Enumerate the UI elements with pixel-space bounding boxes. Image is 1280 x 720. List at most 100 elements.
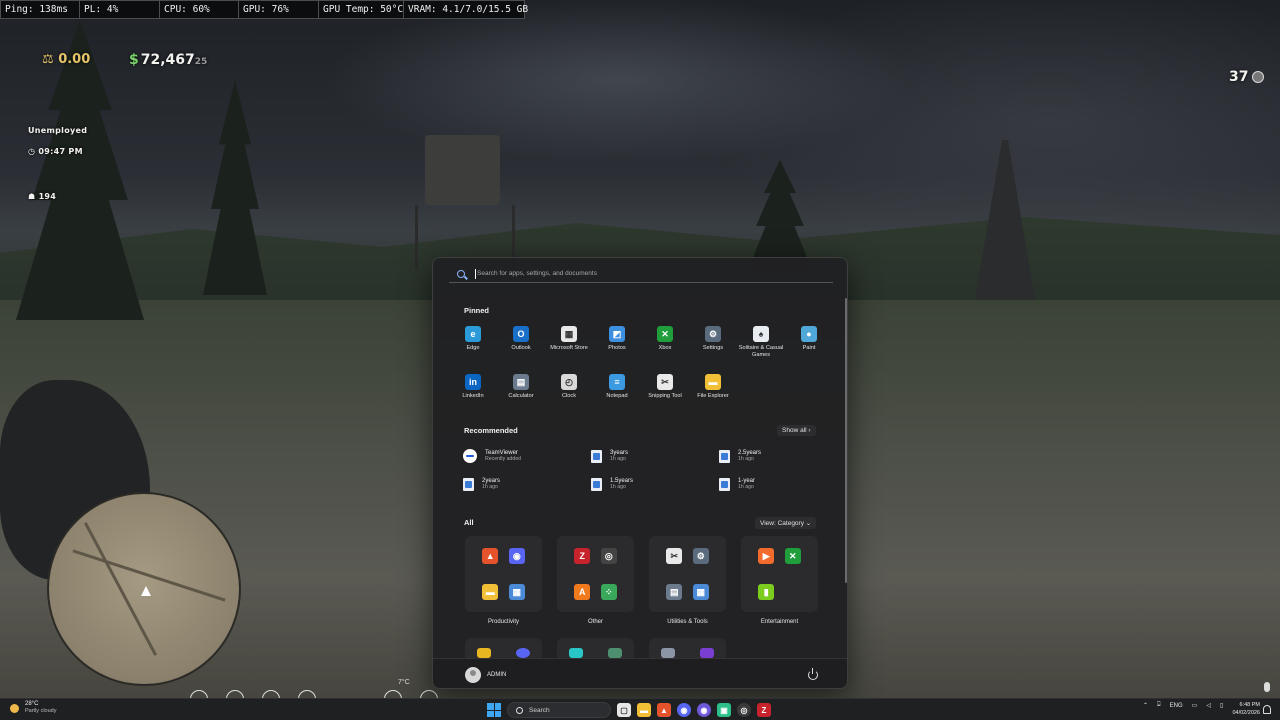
- solitaire-icon: ♠: [753, 326, 769, 342]
- category-other[interactable]: Z ◎ A ⁘ Other: [557, 536, 634, 625]
- recommended-time: 1h ago: [610, 484, 626, 490]
- pinned-app-photos[interactable]: ◩ Photos: [593, 326, 641, 366]
- calculator-icon[interactable]: ▤: [666, 584, 683, 600]
- user-avatar-icon[interactable]: [465, 667, 481, 683]
- mic-tray-icon[interactable]: ⍓: [1157, 702, 1161, 709]
- taskbar: 28°C Partly cloudy Search ▢ ▬ ▲ ◉ ◉ ▣ ◎ …: [0, 698, 1280, 720]
- pinned-app-edge[interactable]: e Edge: [449, 326, 497, 366]
- recommended-item[interactable]: 2.5years 1h ago: [719, 447, 823, 465]
- photos-icon: ◩: [609, 326, 625, 342]
- pinned-app-xbox[interactable]: ✕ Xbox: [641, 326, 689, 366]
- steam-icon[interactable]: ◎: [737, 703, 751, 717]
- recommended-time: 1h ago: [738, 484, 754, 490]
- xbox-icon[interactable]: ✕: [784, 548, 801, 564]
- pinned-app-paint[interactable]: ● Paint: [785, 326, 833, 366]
- app-label: Snipping Tool: [648, 393, 682, 399]
- control-panel-icon[interactable]: ▦: [692, 584, 709, 600]
- view-category-dropdown[interactable]: View: Category ⌄: [755, 517, 817, 529]
- discord-ptb-icon[interactable]: ◉: [697, 703, 711, 717]
- outlook-icon: O: [513, 326, 529, 342]
- avast-icon[interactable]: A: [574, 584, 591, 600]
- category-productivity[interactable]: ▲ ◉ ▬ ▦ Productivity: [465, 536, 542, 625]
- vram-stat: VRAM: 4.1/7.0/15.5 GB: [403, 0, 528, 19]
- task-view-icon[interactable]: ▢: [617, 703, 631, 717]
- filezilla-icon[interactable]: Z: [574, 548, 591, 564]
- power-icon[interactable]: [808, 668, 818, 680]
- snipping-tool-icon[interactable]: ✂: [666, 548, 683, 564]
- app-label: Solitaire & Casual Games: [738, 345, 784, 358]
- category-entertainment[interactable]: ▶ ✕ ▮ Entertainment: [741, 536, 818, 625]
- level-badge-icon: [1252, 71, 1265, 83]
- category-utilities-tools[interactable]: ✂ ⚙ ▤ ▦ Utilities & Tools: [649, 536, 726, 625]
- recommended-item[interactable]: 2years 1h ago: [463, 475, 591, 493]
- recommended-time: Recently added: [485, 456, 522, 462]
- recommended-list: TeamViewer Recently added 3years 1h ago 2.5y…: [463, 447, 823, 493]
- battery-icon[interactable]: ▯: [1220, 702, 1223, 709]
- file-explorer-icon[interactable]: ▬: [482, 584, 499, 600]
- app-label: Paint: [802, 345, 816, 351]
- money-value: 72,467: [140, 52, 195, 68]
- category-folder[interactable]: ▲ ◉ ▬ ▦: [465, 536, 542, 612]
- file-explorer-icon[interactable]: ▬: [637, 703, 651, 717]
- recommended-item[interactable]: TeamViewer Recently added: [463, 447, 591, 465]
- show-all-button[interactable]: Show all ›: [777, 425, 816, 436]
- discord-icon[interactable]: ◉: [508, 548, 525, 564]
- gold-counter: ⚖ 0.00: [42, 52, 91, 67]
- speaker-icon[interactable]: ◁: [1206, 702, 1211, 709]
- game-bar-icon[interactable]: ▮: [758, 584, 775, 600]
- pinned-app-linkedin[interactable]: in LinkedIn: [449, 374, 497, 414]
- app-icon: [515, 648, 530, 658]
- weather-widget[interactable]: 28°C Partly cloudy: [10, 701, 57, 715]
- brave-icon[interactable]: ▲: [482, 548, 499, 564]
- pinned-app-snipping-tool[interactable]: ✂ Snipping Tool: [641, 374, 689, 414]
- category-label: Other: [587, 619, 603, 625]
- pinned-app-outlook[interactable]: O Outlook: [497, 326, 545, 366]
- pinned-app-clock[interactable]: ◴ Clock: [545, 374, 593, 414]
- category-folder[interactable]: ✂ ⚙ ▤ ▦: [649, 536, 726, 612]
- money-cents: 25: [194, 57, 208, 67]
- brave-icon[interactable]: ▲: [657, 703, 671, 717]
- category-folder[interactable]: ▶ ✕ ▮: [741, 536, 818, 612]
- start-scrollbar[interactable]: [845, 298, 847, 583]
- taskbar-search[interactable]: Search: [507, 702, 611, 718]
- steam-icon[interactable]: ◎: [600, 548, 617, 564]
- recommended-time: 1h ago: [610, 456, 626, 462]
- cpu-stat: CPU: 60%: [159, 0, 239, 19]
- file-explorer-icon: ▬: [705, 374, 721, 390]
- taskbar-search-label: Search: [529, 706, 550, 714]
- recommended-item[interactable]: 3years 1h ago: [591, 447, 719, 465]
- app-label: Edge: [466, 345, 480, 351]
- minimap: [47, 492, 241, 686]
- app-icon: [661, 648, 676, 658]
- pinned-app-microsoft-store[interactable]: ▦ Microsoft Store: [545, 326, 593, 366]
- chevron-up-icon[interactable]: ⌃: [1143, 702, 1148, 709]
- dice-icon[interactable]: ⁘: [600, 584, 617, 600]
- control-panel-icon[interactable]: ▦: [508, 584, 525, 600]
- dollar-icon: $: [129, 52, 139, 68]
- clock-time: 6:48 PM: [1239, 702, 1260, 708]
- filezilla-icon[interactable]: Z: [757, 703, 771, 717]
- recommended-item[interactable]: 1.5years 1h ago: [591, 475, 719, 493]
- document-icon: [719, 477, 730, 491]
- pinned-app-solitaire-casual-games[interactable]: ♠ Solitaire & Casual Games: [737, 326, 785, 366]
- pinned-app-calculator[interactable]: ▤ Calculator: [497, 374, 545, 414]
- recommended-item[interactable]: 1-year 1h ago: [719, 475, 823, 493]
- language-indicator[interactable]: ENG: [1170, 703, 1183, 709]
- user-name[interactable]: ADMIN: [487, 672, 506, 678]
- notification-bell-icon[interactable]: [1263, 705, 1271, 714]
- windows-start-icon[interactable]: [487, 703, 501, 717]
- search-input[interactable]: Search for apps, settings, and documents: [477, 270, 597, 277]
- network-icon[interactable]: ▭: [1192, 702, 1198, 709]
- start-search-box[interactable]: Search for apps, settings, and documents: [449, 265, 833, 283]
- settings-gear-icon[interactable]: ⚙: [692, 548, 709, 564]
- category-folder[interactable]: Z ◎ A ⁘: [557, 536, 634, 612]
- pinned-app-file-explorer[interactable]: ▬ File Explorer: [689, 374, 737, 414]
- discord-icon[interactable]: ◉: [677, 703, 691, 717]
- pinned-heading: Pinned: [464, 306, 490, 315]
- pinned-app-notepad[interactable]: ≡ Notepad: [593, 374, 641, 414]
- app-icon[interactable]: ▣: [717, 703, 731, 717]
- media-player-icon[interactable]: ▶: [758, 548, 775, 564]
- system-tray: ⌃ ⍓ ENG ▭ ◁ ▯: [1143, 702, 1223, 709]
- taskbar-clock[interactable]: 6:48 PM 04/02/2026: [1228, 701, 1260, 717]
- pinned-app-settings[interactable]: ⚙ Settings: [689, 326, 737, 366]
